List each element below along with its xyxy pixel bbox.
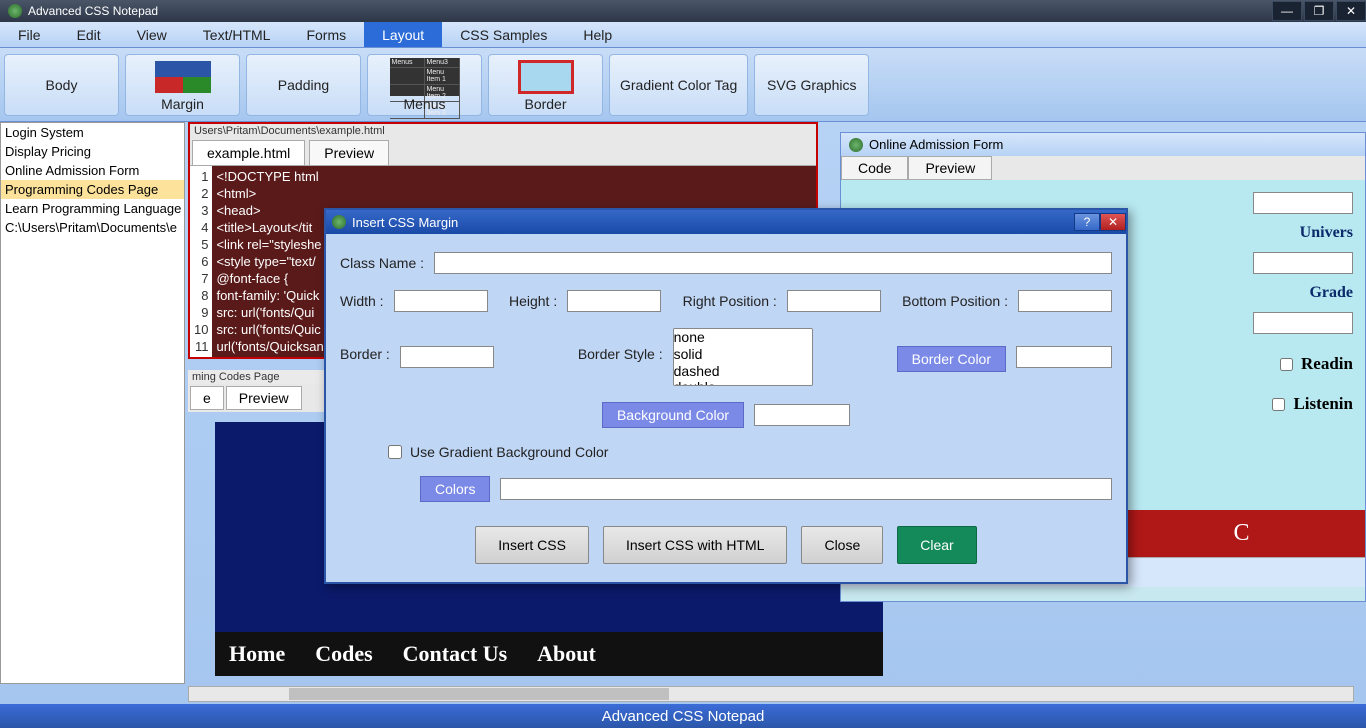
label-rightpos: Right Position : [683,293,777,309]
window-titlebar: Advanced CSS Notepad — ❐ ✕ [0,0,1366,22]
label-classname: Class Name : [340,255,424,271]
dialog-close-button[interactable]: ✕ [1100,213,1126,231]
input-classname[interactable] [434,252,1112,274]
workspace-scrollbar[interactable] [188,686,1354,702]
checkbox-listening[interactable] [1272,398,1285,411]
right-input-3[interactable] [1253,312,1353,334]
line-gutter: 1234567891011 [190,166,212,357]
toolbar: Body Margin Padding MenusMenu3Menu Item … [0,48,1366,122]
checkbox-reading[interactable] [1280,358,1293,371]
nav-about[interactable]: About [537,641,596,667]
app-icon [8,4,22,18]
nav-contact[interactable]: Contact Us [403,641,508,667]
statusbar: Advanced CSS Notepad [0,704,1366,728]
menu-layout[interactable]: Layout [364,22,442,47]
close-dialog-button[interactable]: Close [801,526,883,564]
right-tab-preview[interactable]: Preview [908,156,992,180]
nav-home[interactable]: Home [229,641,285,667]
close-button[interactable]: ✕ [1336,1,1366,21]
right-panel-title: Online Admission Form [869,137,1003,152]
menu-file[interactable]: File [0,22,59,47]
input-border[interactable] [400,346,494,368]
window-title: Advanced CSS Notepad [28,4,158,18]
label-border: Border : [340,346,390,362]
label-bottompos: Bottom Position : [902,293,1008,309]
gradient-checkbox[interactable] [388,445,402,459]
menu-edit[interactable]: Edit [59,22,119,47]
clear-dialog-button[interactable]: Clear [897,526,976,564]
label-university: Univers [1300,224,1353,242]
sidebar-item-pricing[interactable]: Display Pricing [1,142,184,161]
menu-help[interactable]: Help [565,22,630,47]
border-icon [518,60,574,94]
dialog-help-button[interactable]: ? [1074,213,1100,231]
minimize-button[interactable]: — [1272,1,1302,21]
gradient-field[interactable] [500,478,1112,500]
tool-svg[interactable]: SVG Graphics [754,54,869,116]
insert-css-margin-dialog: Insert CSS Margin ? ✕ Class Name : Width… [324,208,1128,584]
menu-texthtml[interactable]: Text/HTML [185,22,289,47]
bgcolor-button[interactable]: Background Color [602,402,744,428]
menus-icon: MenusMenu3Menu Item 1Menu Item 2Menu Ite… [390,58,460,96]
project-sidebar: Login System Display Pricing Online Admi… [0,122,185,684]
tool-padding[interactable]: Padding [246,54,361,116]
tool-gradient[interactable]: Gradient Color Tag [609,54,748,116]
input-bottompos[interactable] [1018,290,1112,312]
menubar: File Edit View Text/HTML Forms Layout CS… [0,22,1366,48]
tool-border[interactable]: Border [488,54,603,116]
tool-margin[interactable]: Margin [125,54,240,116]
nav-codes[interactable]: Codes [315,641,372,667]
statusbar-text: Advanced CSS Notepad [602,708,765,725]
right-tab-code[interactable]: Code [841,156,908,180]
insert-css-button[interactable]: Insert CSS [475,526,589,564]
menu-csssamples[interactable]: CSS Samples [442,22,565,47]
right-input-1[interactable] [1253,192,1353,214]
select-borderstyle[interactable]: none solid dashed double [673,328,813,386]
dialog-icon [332,215,346,229]
preview-tab-e[interactable]: e [190,386,224,410]
form-icon [849,138,863,152]
menu-view[interactable]: View [119,22,185,47]
insert-css-html-button[interactable]: Insert CSS with HTML [603,526,787,564]
tool-menus[interactable]: MenusMenu3Menu Item 1Menu Item 2Menu Ite… [367,54,482,116]
clear-button-form[interactable]: C [1118,510,1365,557]
editor-tab-source[interactable]: example.html [192,140,305,165]
sidebar-item-codes[interactable]: Programming Codes Page [1,180,184,199]
dialog-title: Insert CSS Margin [352,215,458,230]
menu-forms[interactable]: Forms [288,22,364,47]
border-color-button[interactable]: Border Color [897,346,1006,372]
bgcolor-swatch[interactable] [754,404,850,426]
code-lines: <!DOCTYPE html<html><head><title>Layout<… [212,166,327,357]
label-width: Width : [340,293,384,309]
label-gradient: Use Gradient Background Color [410,444,608,460]
label-grade: Grade [1309,284,1353,302]
editor-filepath: Users\Pritam\Documents\example.html [190,124,816,138]
input-width[interactable] [394,290,488,312]
preview-tab-preview[interactable]: Preview [226,386,302,410]
right-input-2[interactable] [1253,252,1353,274]
colors-button[interactable]: Colors [420,476,490,502]
sidebar-item-path[interactable]: C:\Users\Pritam\Documents\e [1,218,184,237]
label-listening: Listenin [1293,394,1353,414]
input-height[interactable] [567,290,661,312]
preview-nav: Home Codes Contact Us About [215,632,883,676]
sidebar-item-learn[interactable]: Learn Programming Language [1,199,184,218]
maximize-button[interactable]: ❐ [1304,1,1334,21]
sidebar-item-admission[interactable]: Online Admission Form [1,161,184,180]
label-borderstyle: Border Style : [578,346,663,362]
border-color-swatch[interactable] [1016,346,1112,368]
tool-body[interactable]: Body [4,54,119,116]
sidebar-item-login[interactable]: Login System [1,123,184,142]
input-rightpos[interactable] [787,290,881,312]
label-height: Height : [509,293,557,309]
label-reading: Readin [1301,354,1353,374]
editor-tab-preview[interactable]: Preview [309,140,389,165]
margin-icon [155,61,211,93]
